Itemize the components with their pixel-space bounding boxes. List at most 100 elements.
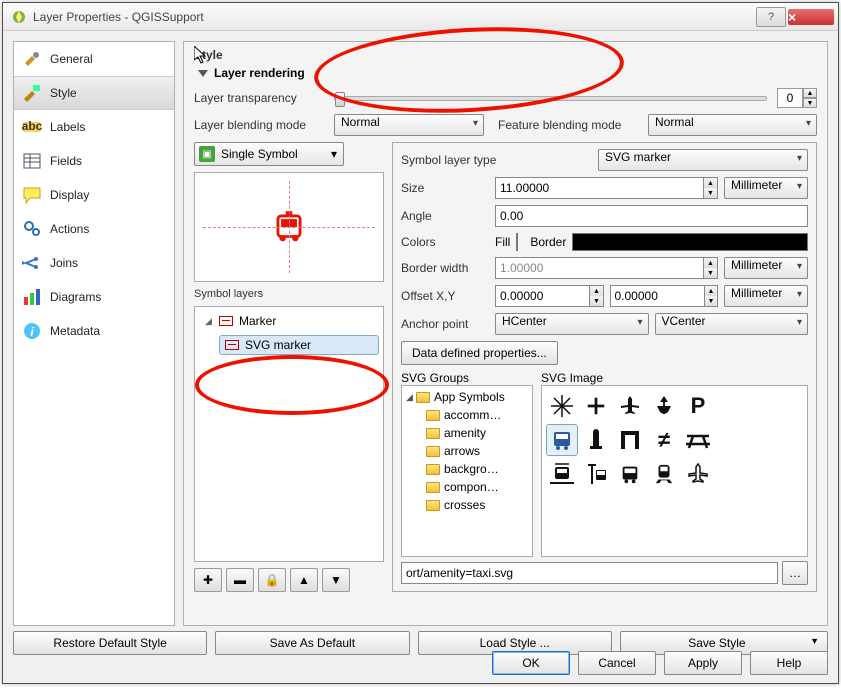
size-input[interactable]: [495, 177, 703, 199]
browse-button[interactable]: …: [782, 561, 808, 585]
dialog-content: General Style abc Labels Fields Display …: [3, 31, 838, 683]
close-button[interactable]: ×: [788, 9, 834, 25]
move-down-button[interactable]: ▼: [322, 568, 350, 592]
titlebar: Layer Properties - QGISSupport ? ×: [3, 3, 838, 31]
renderer-type-combo[interactable]: ▣ Single Symbol: [194, 142, 344, 166]
apply-button[interactable]: Apply: [664, 651, 742, 675]
svg-plus-icon[interactable]: [580, 390, 612, 422]
offset-label: Offset X,Y: [401, 289, 489, 303]
anchor-label: Anchor point: [401, 317, 489, 331]
border-label: Border: [530, 235, 566, 249]
layer-blend-combo[interactable]: Normal: [334, 114, 484, 136]
svg-bus-selected-icon[interactable]: [546, 424, 578, 456]
svg-bollard-icon[interactable]: [580, 424, 612, 456]
symbol-layer-type-combo[interactable]: SVG marker: [598, 149, 808, 171]
speech-icon: [22, 185, 42, 205]
folder-arrows[interactable]: arrows: [404, 442, 530, 460]
sidebar-item-style[interactable]: Style: [14, 76, 174, 110]
cancel-button[interactable]: Cancel: [578, 651, 656, 675]
svg-ship-icon[interactable]: [648, 390, 680, 422]
folder-accomm[interactable]: accomm…: [404, 406, 530, 424]
data-defined-button[interactable]: Data defined properties...: [401, 341, 558, 365]
transparency-label: Layer transparency: [194, 91, 334, 105]
anchor-h-combo[interactable]: HCenter: [495, 313, 649, 335]
sidebar-item-fields[interactable]: Fields: [14, 144, 174, 178]
layer-blend-label: Layer blending mode: [194, 118, 334, 132]
sidebar-item-metadata[interactable]: i Metadata: [14, 314, 174, 348]
sidebar-item-display[interactable]: Display: [14, 178, 174, 212]
folder-icon: [416, 392, 430, 403]
angle-input[interactable]: [495, 205, 808, 227]
svg-path-input[interactable]: [401, 562, 778, 584]
slider-thumb[interactable]: [335, 92, 345, 107]
symbol-layers-tree[interactable]: ◢ Marker SVG marker: [194, 306, 384, 562]
transparency-slider[interactable]: [334, 96, 767, 101]
sidebar-item-diagrams[interactable]: Diagrams: [14, 280, 174, 314]
sidebar-item-actions[interactable]: Actions: [14, 212, 174, 246]
tree-item-svg-marker[interactable]: SVG marker: [219, 335, 379, 355]
symbol-layers-label: Symbol layers: [194, 288, 384, 300]
symbol-layers-toolbar: ✚ ▬ 🔒 ▲ ▼: [194, 568, 384, 592]
folder-amenity[interactable]: amenity: [404, 424, 530, 442]
collapse-triangle-icon: [198, 70, 208, 77]
folder-root[interactable]: ◢App Symbols: [404, 388, 530, 406]
remove-layer-button[interactable]: ▬: [226, 568, 254, 592]
svg-tram-icon[interactable]: [546, 458, 578, 490]
move-up-button[interactable]: ▲: [290, 568, 318, 592]
border-width-input[interactable]: [495, 257, 703, 279]
folder-backgro[interactable]: backgro…: [404, 460, 530, 478]
offset-unit-combo[interactable]: Millimeter: [724, 285, 808, 307]
fill-label: Fill: [495, 235, 510, 249]
add-layer-button[interactable]: ✚: [194, 568, 222, 592]
svg-airplane-icon[interactable]: [614, 390, 646, 422]
save-default-button[interactable]: Save As Default: [215, 631, 409, 655]
wrench-icon: [22, 49, 42, 69]
join-icon: [22, 253, 42, 273]
svg-train-icon[interactable]: [648, 458, 680, 490]
spin-up[interactable]: ▲: [803, 88, 817, 98]
lock-layer-button[interactable]: 🔒: [258, 568, 286, 592]
border-color-swatch[interactable]: [572, 233, 808, 251]
svg-plane-outline-icon[interactable]: [682, 458, 714, 490]
svg-notequal-icon[interactable]: ≠: [648, 424, 680, 456]
restore-default-button[interactable]: Restore Default Style: [13, 631, 207, 655]
folder-crosses[interactable]: crosses: [404, 496, 530, 514]
single-symbol-icon: ▣: [199, 146, 215, 162]
svg-text:abc: abc: [22, 119, 42, 133]
anchor-v-combo[interactable]: VCenter: [655, 313, 809, 335]
svg-image-grid[interactable]: P ≠: [541, 385, 808, 557]
tree-expander-icon[interactable]: ◢: [205, 316, 215, 327]
sidebar-item-labels[interactable]: abc Labels: [14, 110, 174, 144]
border-width-label: Border width: [401, 261, 489, 275]
ok-button[interactable]: OK: [492, 651, 570, 675]
help-button[interactable]: Help: [750, 651, 828, 675]
svg-parking-icon[interactable]: P: [682, 390, 714, 422]
folder-compon[interactable]: compon…: [404, 478, 530, 496]
svg-busstop2-icon[interactable]: [580, 458, 612, 490]
sidebar-item-joins[interactable]: Joins: [14, 246, 174, 280]
layer-rendering-header[interactable]: Layer rendering: [198, 66, 817, 80]
offset-y-input[interactable]: [610, 285, 704, 307]
svg-groups-tree[interactable]: ◢App Symbols accomm… amenity arrows back…: [401, 385, 533, 557]
fill-color-swatch[interactable]: [516, 233, 518, 251]
symbol-layer-type-label: Symbol layer type: [401, 153, 521, 167]
info-icon: i: [22, 321, 42, 341]
feature-blend-combo[interactable]: Normal: [648, 114, 817, 136]
spin-down[interactable]: ▼: [803, 98, 817, 108]
svg-star8-icon[interactable]: [546, 390, 578, 422]
transparency-value[interactable]: [777, 88, 803, 108]
offset-x-input[interactable]: [495, 285, 589, 307]
gears-icon: [22, 219, 42, 239]
svg-bus2-icon[interactable]: [614, 458, 646, 490]
panel-heading: Style: [194, 48, 817, 62]
size-unit-combo[interactable]: Millimeter: [724, 177, 808, 199]
tree-item-marker[interactable]: ◢ Marker: [199, 311, 379, 331]
chart-icon: [22, 287, 42, 307]
symbol-left-column: ▣ Single Symbol Symbol layers: [194, 142, 384, 592]
help-titlebar-button[interactable]: ?: [756, 7, 786, 27]
svg-picnic-icon[interactable]: [682, 424, 714, 456]
svg-arch-icon[interactable]: [614, 424, 646, 456]
border-width-unit-combo[interactable]: Millimeter: [724, 257, 808, 279]
sidebar-item-general[interactable]: General: [14, 42, 174, 76]
angle-label: Angle: [401, 209, 489, 223]
